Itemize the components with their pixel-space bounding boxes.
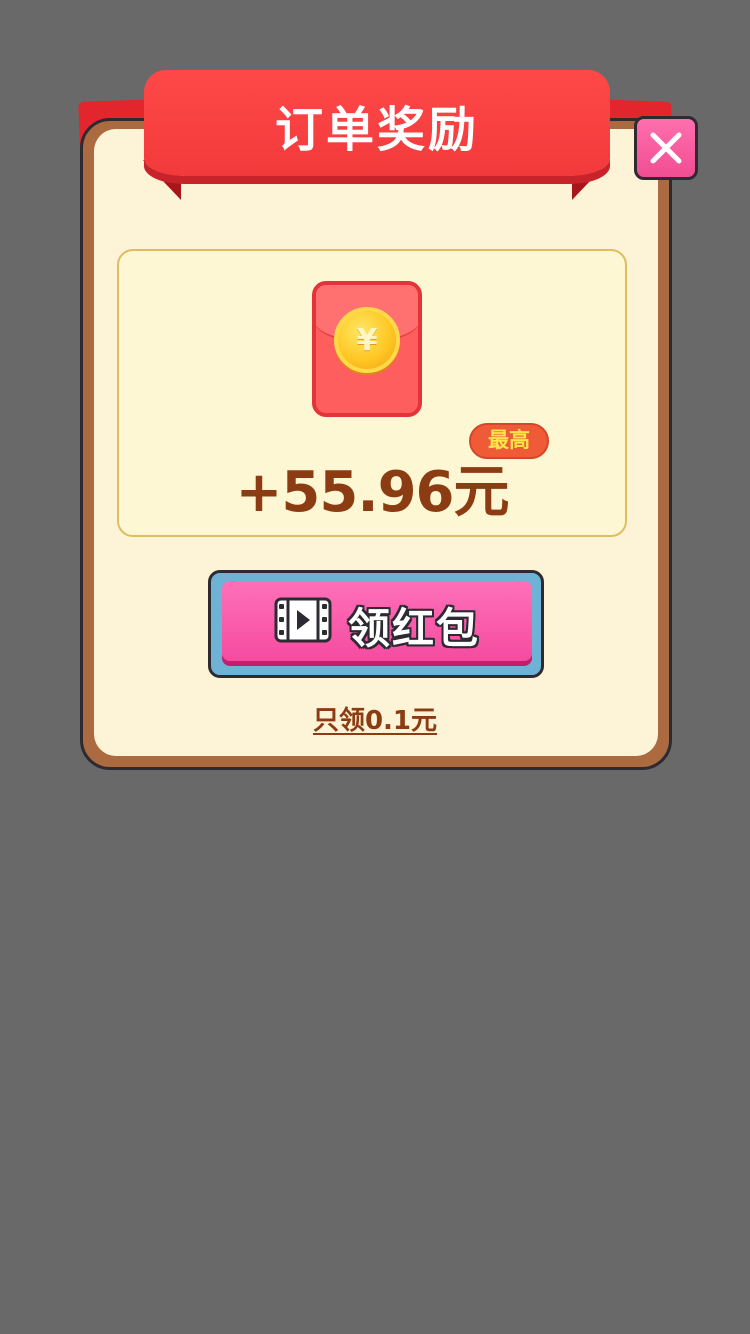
claim-button-face: 领红包 bbox=[222, 581, 532, 661]
video-icon bbox=[274, 597, 332, 643]
reward-panel: ¥ +55.96元 最高 bbox=[117, 249, 627, 537]
coin-symbol: ¥ bbox=[356, 323, 378, 358]
red-envelope-icon: ¥ bbox=[312, 281, 422, 417]
dialog-title: 订单奖励 bbox=[274, 102, 479, 158]
yuan-coin-icon: ¥ bbox=[334, 307, 400, 373]
claim-small-amount-link[interactable]: 只领0.1元 bbox=[313, 706, 437, 736]
title-ribbon: 订单奖励 bbox=[144, 70, 610, 176]
claim-button-label: 领红包 bbox=[348, 604, 481, 653]
close-button[interactable] bbox=[634, 116, 698, 180]
close-icon bbox=[650, 132, 682, 164]
claim-small-amount-link-row: 只领0.1元 bbox=[0, 700, 750, 737]
max-badge: 最高 bbox=[469, 423, 549, 459]
reward-amount: +55.96元 bbox=[235, 460, 509, 525]
claim-red-packet-button[interactable]: 领红包 bbox=[208, 570, 544, 678]
